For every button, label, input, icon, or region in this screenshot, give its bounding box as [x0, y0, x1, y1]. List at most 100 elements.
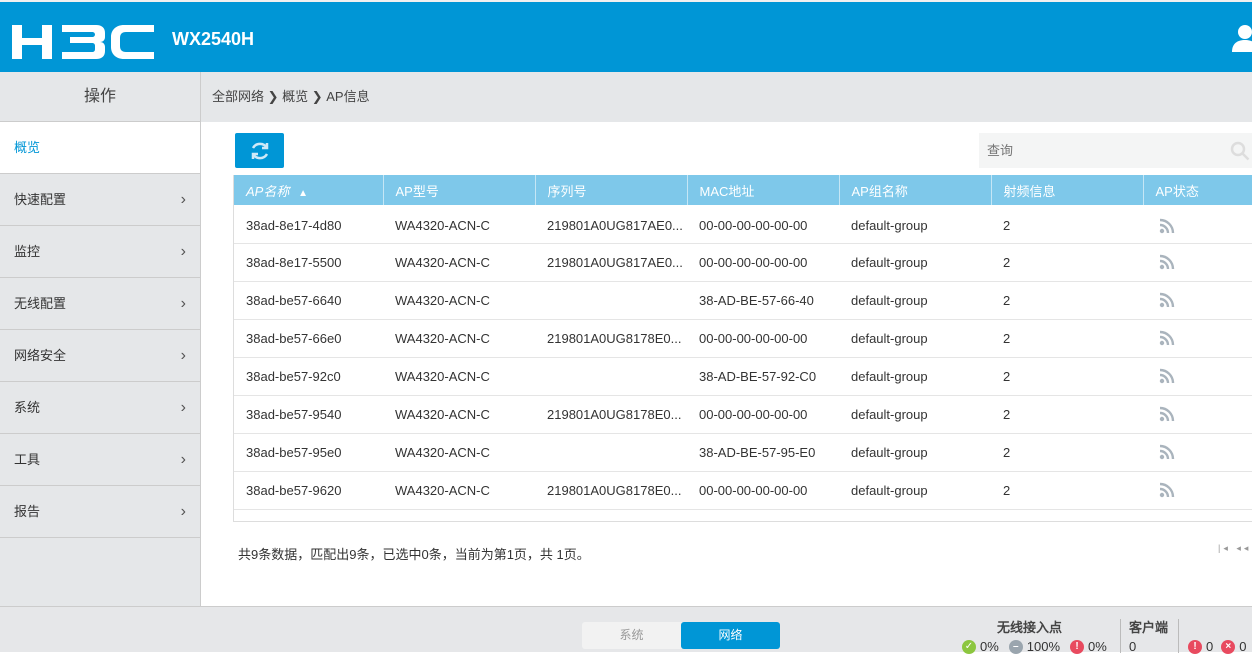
table-row[interactable]: 38ad-8e17-5500 WA4320-ACN-C 219801A0UG817A… [234, 243, 1252, 282]
table-cell: WA4320-ACN-C [383, 319, 535, 358]
offline-icon: – [1008, 639, 1023, 654]
wifi-signal-icon [1159, 293, 1175, 308]
column-header-label: 射频信息 [1003, 183, 1056, 199]
table-cell: 219801A0UG8178E0... [535, 395, 687, 434]
sidebar-item-network-security[interactable]: 网络安全 › [0, 330, 200, 382]
table-cell: 219801A0UG8178E0... [535, 319, 687, 358]
search-input[interactable] [979, 133, 1252, 168]
sidebar-item-monitor[interactable]: 监控 › [0, 226, 200, 278]
column-header[interactable]: AP名称 ▲ [234, 175, 383, 205]
table-cell [535, 281, 687, 320]
ap-status-cell [1143, 357, 1252, 396]
tab-network[interactable]: 网络 [681, 622, 780, 649]
device-model: WX2540H [172, 29, 255, 49]
column-header[interactable]: 射频信息 [990, 175, 1143, 205]
ap-status-cell [1143, 319, 1252, 358]
sidebar-item-reports[interactable]: 报告 › [0, 486, 200, 538]
search-icon[interactable] [1230, 141, 1250, 161]
table-cell: 2 [991, 471, 1143, 510]
table-cell: 38-AD-BE-57-95-E0 [687, 433, 839, 472]
table-cell: 38ad-be57-95e0 [234, 433, 383, 472]
table-row[interactable]: 38ad-8e17-4d80 WA4320-ACN-C 219801A0UG817A… [234, 205, 1252, 244]
status-bar: 系统 网络 无线接入点 ✓ 0% –100% ! 0% 客户端 0 ! 0 × 0 [0, 606, 1252, 654]
table-cell: 38ad-be57-9540 [234, 395, 383, 434]
table-cell: default-group [839, 205, 991, 244]
column-header[interactable]: AP型号 [382, 175, 535, 205]
table-row[interactable]: 38ad-be57-9540 WA4320-ACN-C 219801A0UG8178… [234, 395, 1252, 434]
table-row[interactable]: 38ad-be57-92c0 WA4320-ACN-C 38-AD-BE-57-92… [234, 357, 1252, 396]
table-cell: 38ad-8e17-5500 [234, 243, 383, 282]
sidebar-item-quick-config[interactable]: 快速配置 › [0, 174, 200, 226]
wifi-signal-icon [1159, 369, 1175, 384]
client-title: 客户端 [1129, 620, 1169, 635]
chevron-right-icon: › [180, 191, 186, 208]
sort-asc-icon[interactable]: ▲ [295, 188, 308, 199]
table-cell: 219801A0UG8178E0... [535, 471, 687, 510]
table-cell: WA4320-ACN-C [383, 357, 535, 396]
column-header[interactable]: 序列号 [534, 175, 687, 205]
chevron-right-icon: › [180, 399, 186, 416]
ap-status-cell [1143, 243, 1252, 282]
pagination-first-prev[interactable]: |◂ ◂◂ [1218, 543, 1251, 554]
column-header-label: AP组名称 [851, 183, 908, 199]
table-cell: WA4320-ACN-C [383, 395, 535, 434]
table-row[interactable]: 38ad-be57-6640 WA4320-ACN-C 38-AD-BE-57-66… [234, 281, 1252, 320]
sidebar-item-tools[interactable]: 工具 › [0, 434, 200, 486]
online-icon: ✓ [962, 639, 976, 654]
wifi-signal-icon [1159, 445, 1175, 460]
table-cell: WA4320-ACN-C [383, 281, 535, 320]
chevron-right-icon: › [180, 347, 186, 364]
chevron-right-icon: › [180, 451, 186, 468]
sidebar-item-system[interactable]: 系统 › [0, 382, 200, 434]
chevron-right-icon: › [180, 295, 186, 312]
sidebar-item-overview[interactable]: 概览 [0, 122, 200, 174]
table-row[interactable]: 38ad-be57-95e0 WA4320-ACN-C 38-AD-BE-57-95… [234, 433, 1252, 472]
sidebar-item-label: 无线配置 [14, 296, 67, 311]
sidebar-item-wireless-config[interactable]: 无线配置 › [0, 278, 200, 330]
table-cell: WA4320-ACN-C [383, 205, 535, 244]
table-cell: 00-00-00-00-00-00 [687, 395, 839, 434]
chevron-right-icon: › [180, 503, 186, 520]
refresh-button[interactable] [235, 133, 284, 168]
column-header[interactable]: MAC地址 [686, 175, 839, 205]
h3c-logo [12, 25, 154, 59]
table-cell: 2 [991, 357, 1143, 396]
ap-status-cell [1143, 205, 1252, 244]
table-cell: 00-00-00-00-00-00 [687, 205, 839, 244]
user-icon[interactable] [1232, 24, 1252, 52]
top-header: WX2540H [0, 0, 1252, 72]
table-cell: 00-00-00-00-00-00 [687, 243, 839, 282]
sidebar: 操作 概览 快速配置 › 监控 › 无线配置 › 网络安全 › 系统 › 工具 › 报告 › [0, 72, 201, 606]
chevron-right-icon: › [180, 243, 186, 260]
error-icon: × [1221, 639, 1236, 654]
table-cell: 219801A0UG817AE0... [535, 243, 687, 282]
ap-status-cell [1143, 471, 1252, 510]
table-cell: default-group [839, 319, 991, 358]
breadcrumb: 全部网络 ❯ 概览 ❯ AP信息 [201, 72, 1252, 122]
table-cell: 2 [991, 281, 1143, 320]
table-cell: 2 [991, 205, 1143, 244]
table-row[interactable]: 38ad-be57-66e0 WA4320-ACN-C 219801A0UG8178… [234, 319, 1252, 358]
warning-icon: ! [1188, 639, 1202, 654]
wifi-signal-icon [1159, 255, 1175, 270]
table-cell: default-group [839, 471, 991, 510]
tab-system[interactable]: 系统 [582, 622, 681, 649]
table-cell: default-group [839, 357, 991, 396]
fault-icon: ! [1070, 639, 1085, 654]
table-cell: default-group [839, 395, 991, 434]
column-header[interactable]: AP状态 [1142, 175, 1252, 205]
wifi-signal-icon [1159, 407, 1175, 422]
wifi-signal-icon [1159, 331, 1175, 346]
table-row[interactable]: 38ad-be57-9620 WA4320-ACN-C 219801A0UG8178… [234, 471, 1252, 510]
ap-status-cell [1143, 433, 1252, 472]
sidebar-item-label: 系统 [14, 400, 41, 415]
table-cell: default-group [839, 243, 991, 282]
table-cell: 38ad-8e17-4d80 [234, 205, 383, 244]
table-cell [535, 433, 687, 472]
table-cell: default-group [839, 433, 991, 472]
table-cell: 2 [991, 319, 1143, 358]
sidebar-item-label: 监控 [14, 244, 41, 259]
column-header[interactable]: AP组名称 [838, 175, 991, 205]
table-cell: 38ad-be57-66e0 [234, 319, 383, 358]
refresh-icon [251, 142, 268, 159]
